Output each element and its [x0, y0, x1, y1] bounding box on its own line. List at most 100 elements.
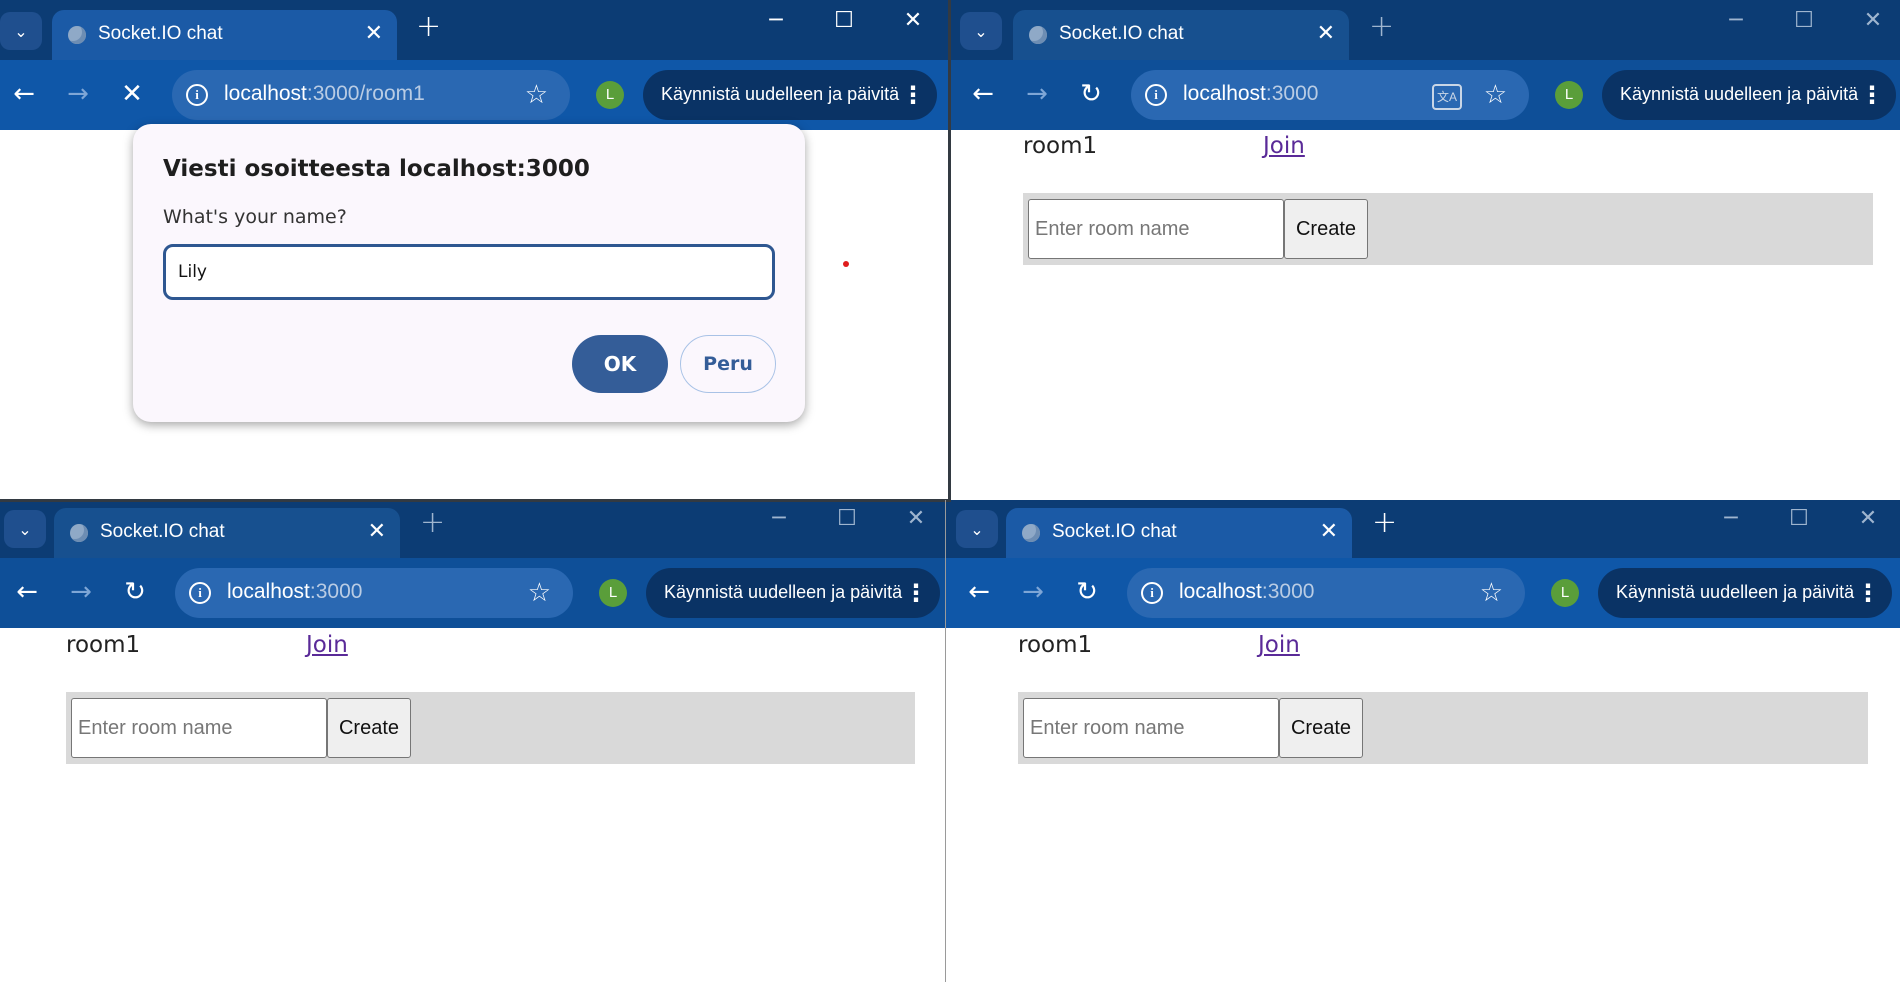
- room-name-input[interactable]: [1023, 698, 1279, 758]
- kebab-menu-icon[interactable]: ⋮: [901, 81, 925, 109]
- tab-socketio-chat[interactable]: Socket.IO chat ✕: [54, 508, 400, 558]
- join-link[interactable]: Join: [1258, 632, 1300, 658]
- chevron-down-icon: ⌄: [18, 519, 32, 539]
- update-label: Käynnistä uudelleen ja päivitä: [1616, 582, 1855, 602]
- profile-avatar[interactable]: L: [599, 579, 627, 607]
- browser-window-2: ⌄ Socket.IO chat ✕ + ─ ☐ ✕ ← → ↻ i local…: [951, 0, 1900, 502]
- back-button[interactable]: ←: [6, 78, 42, 110]
- minimize-button[interactable]: ─: [756, 8, 796, 33]
- tab-search-button[interactable]: ⌄: [0, 12, 42, 50]
- tab-socketio-chat[interactable]: Socket.IO chat ✕: [52, 10, 397, 60]
- create-button[interactable]: Create: [327, 698, 411, 758]
- join-link[interactable]: Join: [1263, 133, 1305, 159]
- window-close-button[interactable]: ✕: [1848, 506, 1888, 531]
- address-bar[interactable]: i localhost:3000 ☆: [175, 568, 573, 618]
- profile-avatar[interactable]: L: [596, 81, 624, 109]
- back-button[interactable]: ←: [965, 78, 1001, 110]
- address-bar[interactable]: i localhost:3000/room1 ☆: [172, 70, 570, 120]
- tab-search-button[interactable]: ⌄: [960, 12, 1002, 50]
- update-button[interactable]: Käynnistä uudelleen ja päivitä ⋮: [1602, 70, 1896, 120]
- star-icon[interactable]: ☆: [528, 578, 551, 608]
- maximize-button[interactable]: ☐: [1784, 8, 1824, 33]
- profile-avatar[interactable]: L: [1555, 81, 1583, 109]
- room-name-input[interactable]: [1028, 199, 1284, 259]
- tab-strip: ⌄ Socket.IO chat ✕ + ─ ☐ ✕: [0, 0, 948, 60]
- forward-button[interactable]: →: [63, 576, 99, 608]
- cancel-button[interactable]: Peru: [680, 335, 776, 393]
- globe-icon: [68, 26, 86, 44]
- toolbar: ← → ↻ i localhost:3000 ☆ L Käynnistä uud…: [0, 558, 945, 628]
- translate-icon[interactable]: 文A: [1432, 84, 1462, 110]
- room-name-input[interactable]: [71, 698, 327, 758]
- info-icon[interactable]: i: [1145, 84, 1167, 106]
- update-label: Käynnistä uudelleen ja päivitä: [661, 84, 900, 104]
- star-icon[interactable]: ☆: [1480, 578, 1503, 608]
- ok-button[interactable]: OK: [572, 335, 668, 393]
- reload-icon[interactable]: ↻: [117, 576, 153, 608]
- close-icon[interactable]: ✕: [365, 21, 383, 46]
- browser-window-3: ⌄ Socket.IO chat ✕ + ─ ☐ ✕ ← → ↻ i local…: [0, 502, 945, 982]
- url-text: localhost:3000/room1: [224, 82, 425, 105]
- maximize-button[interactable]: ☐: [824, 8, 864, 33]
- profile-avatar[interactable]: L: [1551, 579, 1579, 607]
- kebab-menu-icon[interactable]: ⋮: [1856, 579, 1880, 607]
- url-text: localhost:3000: [227, 580, 363, 603]
- info-icon[interactable]: i: [189, 582, 211, 604]
- close-icon[interactable]: ✕: [1320, 519, 1338, 544]
- room-name: room1: [1018, 632, 1093, 658]
- page-content: room1 Join Create: [0, 628, 945, 982]
- tab-title: Socket.IO chat: [100, 521, 225, 542]
- stop-button[interactable]: ✕: [114, 78, 150, 110]
- tab-title: Socket.IO chat: [98, 23, 223, 44]
- chevron-down-icon: ⌄: [974, 21, 988, 41]
- star-icon[interactable]: ☆: [1484, 80, 1507, 110]
- forward-button[interactable]: →: [1015, 576, 1051, 608]
- minimize-button[interactable]: ─: [759, 506, 799, 531]
- minimize-button[interactable]: ─: [1711, 506, 1751, 531]
- kebab-menu-icon[interactable]: ⋮: [1860, 81, 1884, 109]
- tab-socketio-chat[interactable]: Socket.IO chat ✕: [1013, 10, 1349, 60]
- update-button[interactable]: Käynnistä uudelleen ja päivitä ⋮: [643, 70, 937, 120]
- info-icon[interactable]: i: [1141, 582, 1163, 604]
- window-divider: [0, 499, 950, 502]
- new-tab-button[interactable]: +: [420, 508, 445, 538]
- create-room-form: Create: [1023, 193, 1873, 265]
- kebab-menu-icon[interactable]: ⋮: [904, 579, 928, 607]
- address-bar[interactable]: i localhost:3000 文A ☆: [1131, 70, 1529, 120]
- globe-icon: [1022, 524, 1040, 542]
- close-icon[interactable]: ✕: [368, 519, 386, 544]
- reload-icon[interactable]: ↻: [1073, 78, 1109, 110]
- new-tab-button[interactable]: +: [1369, 12, 1394, 42]
- tab-strip: ⌄ Socket.IO chat ✕ + ─ ☐ ✕: [946, 500, 1900, 560]
- new-tab-button[interactable]: +: [1372, 508, 1397, 538]
- tab-socketio-chat[interactable]: Socket.IO chat ✕: [1006, 508, 1352, 558]
- info-icon[interactable]: i: [186, 84, 208, 106]
- window-close-button[interactable]: ✕: [896, 506, 936, 531]
- update-button[interactable]: Käynnistä uudelleen ja päivitä ⋮: [1598, 568, 1892, 618]
- join-link[interactable]: Join: [306, 632, 348, 658]
- dialog-title: Viesti osoitteesta localhost:3000: [163, 156, 590, 182]
- new-tab-button[interactable]: +: [416, 12, 441, 42]
- tab-search-button[interactable]: ⌄: [956, 510, 998, 548]
- back-button[interactable]: ←: [9, 576, 45, 608]
- room-name: room1: [1023, 133, 1098, 159]
- tab-search-button[interactable]: ⌄: [4, 510, 46, 548]
- close-icon[interactable]: ✕: [1317, 21, 1335, 46]
- create-button[interactable]: Create: [1279, 698, 1363, 758]
- maximize-button[interactable]: ☐: [827, 506, 867, 531]
- window-close-button[interactable]: ✕: [893, 8, 933, 33]
- star-icon[interactable]: ☆: [525, 80, 548, 110]
- create-button[interactable]: Create: [1284, 199, 1368, 259]
- forward-button[interactable]: →: [1019, 78, 1055, 110]
- name-input[interactable]: [163, 244, 775, 300]
- minimize-button[interactable]: ─: [1716, 8, 1756, 33]
- window-close-button[interactable]: ✕: [1853, 8, 1893, 33]
- create-room-form: Create: [1018, 692, 1868, 764]
- forward-button[interactable]: →: [60, 78, 96, 110]
- update-button[interactable]: Käynnistä uudelleen ja päivitä ⋮: [646, 568, 940, 618]
- maximize-button[interactable]: ☐: [1779, 506, 1819, 531]
- reload-icon[interactable]: ↻: [1069, 576, 1105, 608]
- address-bar[interactable]: i localhost:3000 ☆: [1127, 568, 1525, 618]
- back-button[interactable]: ←: [961, 576, 997, 608]
- page-content: room1 Join Create: [946, 628, 1900, 982]
